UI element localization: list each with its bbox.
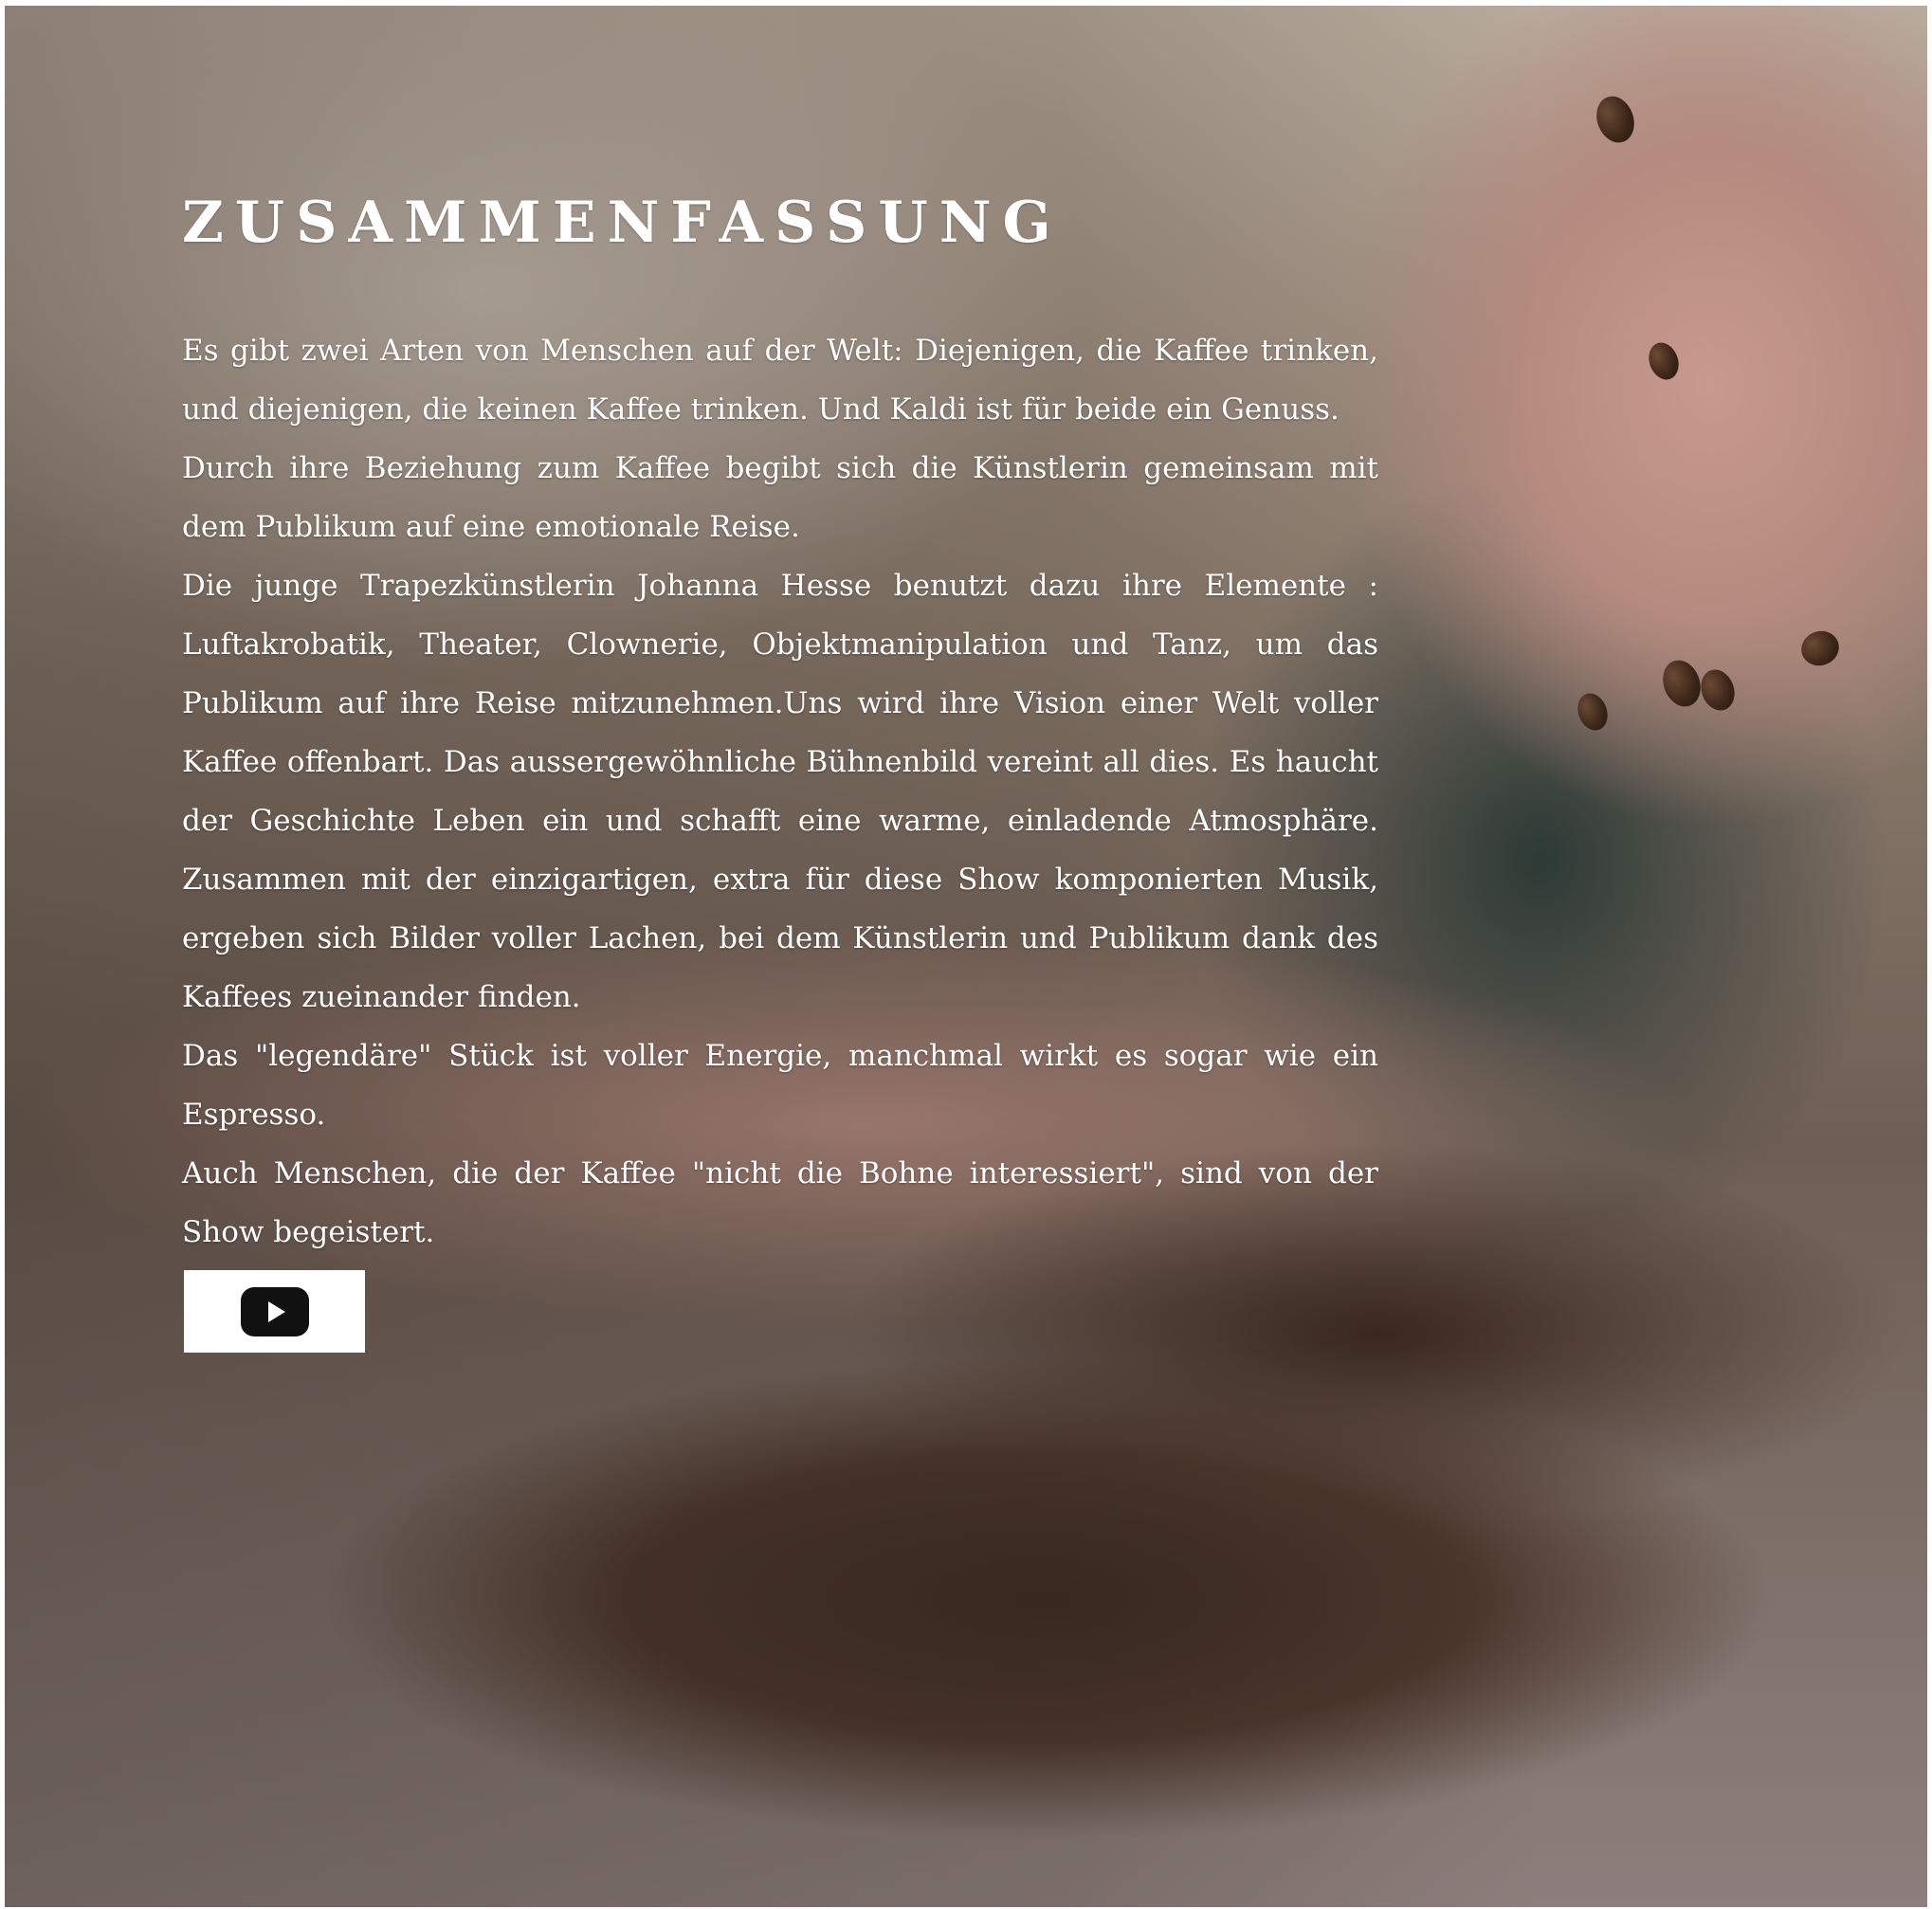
youtube-video-button[interactable] xyxy=(184,1270,365,1353)
youtube-play-icon xyxy=(240,1286,309,1336)
summary-paragraph: Die junge Trapezkünstlerin Johanna Hesse… xyxy=(182,569,1378,1014)
summary-paragraph: Das "legendäre" Stück ist voller Energie… xyxy=(182,1039,1378,1132)
summary-paragraph: Auch Menschen, die der Kaffee "nicht die… xyxy=(182,1156,1378,1249)
section-title: ZUSAMMENFASSUNG xyxy=(182,190,1063,256)
summary-paragraph: Es gibt zwei Arten von Menschen auf der … xyxy=(182,334,1378,427)
summary-text: Es gibt zwei Arten von Menschen auf der … xyxy=(182,321,1378,1262)
summary-paragraph: Durch ihre Beziehung zum Kaffee begibt s… xyxy=(182,451,1378,544)
page: ZUSAMMENFASSUNG Es gibt zwei Arten von M… xyxy=(0,0,1932,1909)
summary-section: ZUSAMMENFASSUNG Es gibt zwei Arten von M… xyxy=(182,185,1378,1262)
